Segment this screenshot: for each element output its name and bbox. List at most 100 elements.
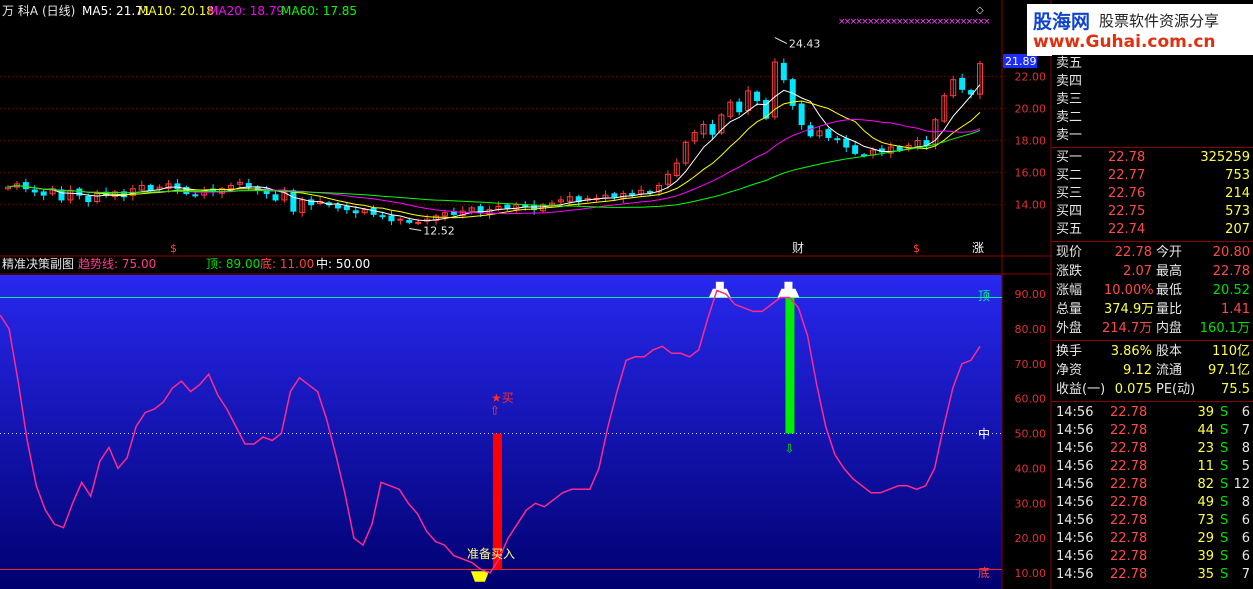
- ask-row[interactable]: 卖五: [1052, 55, 1253, 73]
- stat-row: 换手 3.86% 股本 110亿: [1052, 343, 1253, 361]
- tick-row[interactable]: 14:56 22.78 44 S 7: [1052, 422, 1253, 440]
- quote-separator: [1052, 340, 1253, 341]
- tick-volume: 29: [1197, 531, 1214, 546]
- candle-body: [343, 206, 350, 211]
- stat-value: 160.1万: [1199, 321, 1250, 336]
- price-tick-label: 20.00: [1015, 103, 1047, 116]
- bid-row[interactable]: 买二 22.77 753: [1052, 167, 1253, 185]
- trend-label: 趋势线: 75.00: [78, 257, 156, 271]
- stat-label: 收益(一): [1056, 382, 1106, 397]
- ask-row[interactable]: 卖三: [1052, 91, 1253, 109]
- bid-label: 买二: [1056, 168, 1083, 183]
- stat-label: 今开: [1156, 245, 1183, 260]
- sell-signal-bar: [785, 297, 795, 434]
- tick-time: 14:56: [1056, 531, 1094, 546]
- ask-row[interactable]: 卖一: [1052, 127, 1253, 145]
- tick-price: 22.78: [1110, 477, 1148, 492]
- tick-count: 8: [1241, 441, 1250, 456]
- logo-site-name: 股海网: [1033, 11, 1091, 33]
- tick-side: S: [1220, 459, 1229, 474]
- stat-label: 涨跌: [1056, 264, 1083, 279]
- indicator-tick-label: 40.00: [1015, 462, 1047, 475]
- stat-value: 20.80: [1212, 245, 1250, 260]
- tick-count: 6: [1241, 405, 1250, 420]
- stat-value: 3.86%: [1110, 344, 1152, 359]
- stat-row: 净资 9.12 流通 97.1亿: [1052, 362, 1253, 380]
- tick-time: 14:56: [1056, 495, 1094, 510]
- quote-panel: 卖五 卖四 卖三 卖二 卖一 买一 22.78 325259 买二 22.77 753 …: [1052, 55, 1253, 589]
- candle-body: [825, 129, 832, 138]
- tick-row[interactable]: 14:56 22.78 23 S 8: [1052, 440, 1253, 458]
- bid-price: 22.76: [1108, 186, 1146, 201]
- tick-price: 22.78: [1110, 549, 1148, 564]
- tick-row[interactable]: 14:56 22.78 49 S 8: [1052, 494, 1253, 512]
- stat-row: 涨跌 2.07 最高 22.78: [1052, 263, 1253, 281]
- min-price-label: 12.52: [423, 224, 455, 237]
- tick-count: 6: [1241, 513, 1250, 528]
- ma10-label: MA10: 20.18: [138, 4, 214, 18]
- ask-row[interactable]: 卖二: [1052, 109, 1253, 127]
- stat-label: 涨幅: [1056, 283, 1083, 298]
- candle-body: [647, 191, 654, 194]
- bid-volume: 573: [1225, 204, 1250, 219]
- tick-row[interactable]: 14:56 22.78 11 S 5: [1052, 458, 1253, 476]
- stat-label: 净资: [1056, 363, 1083, 378]
- candle-body: [379, 215, 386, 218]
- tick-row[interactable]: 14:56 22.78 39 S 6: [1052, 548, 1253, 566]
- stat-label: 外盘: [1056, 321, 1083, 336]
- bid-row[interactable]: 买五 22.74 207: [1052, 221, 1253, 239]
- tick-volume: 39: [1197, 405, 1214, 420]
- bid-row[interactable]: 买三 22.76 214: [1052, 185, 1253, 203]
- indicator-tick-label: 80.00: [1015, 323, 1047, 336]
- tick-row[interactable]: 14:56 22.78 35 S 7: [1052, 566, 1253, 584]
- bid-label: 买三: [1056, 186, 1083, 201]
- tick-volume: 11: [1197, 459, 1214, 474]
- candle-body: [736, 101, 743, 113]
- stat-label: 股本: [1156, 344, 1183, 359]
- up-arrow-icon: ⇧: [490, 403, 500, 417]
- indicator-tick-label: 70.00: [1015, 358, 1047, 371]
- tick-side: S: [1220, 423, 1229, 438]
- tick-row[interactable]: 14:56 22.78 39 S 6: [1052, 404, 1253, 422]
- candle-body: [290, 190, 297, 212]
- candle-body: [388, 215, 395, 222]
- tick-time: 14:56: [1056, 405, 1094, 420]
- bid-label: 买五: [1056, 222, 1083, 237]
- bid-row[interactable]: 买四 22.75 573: [1052, 203, 1253, 221]
- bid-volume: 325259: [1200, 150, 1250, 165]
- chart-period: (日线): [42, 4, 75, 18]
- indicator-title: 精准决策副图: [2, 257, 74, 271]
- candle-body: [709, 124, 716, 135]
- candle-body: [31, 189, 38, 193]
- bid-volume: 753: [1225, 168, 1250, 183]
- tick-row[interactable]: 14:56 22.78 29 S 6: [1052, 530, 1253, 548]
- price-axis-ticks: 22.00 20.00 18.00 16.00 14.00: [1015, 70, 1047, 211]
- tick-count: 5: [1241, 459, 1250, 474]
- ma20-label: MA20: 18.79: [208, 4, 284, 18]
- tick-volume: 39: [1197, 549, 1214, 564]
- stat-label: 总量: [1056, 302, 1083, 317]
- bid-row[interactable]: 买一 22.78 325259: [1052, 149, 1253, 167]
- tick-row[interactable]: 14:56 22.78 73 S 6: [1052, 512, 1253, 530]
- tick-price: 22.78: [1110, 441, 1148, 456]
- ask-label: 卖四: [1056, 74, 1083, 89]
- tick-side: S: [1220, 567, 1229, 582]
- site-logo-watermark: 股海网 股票软件资源分享 www.Guhai.com.cn: [1027, 4, 1253, 56]
- quote-separator: [1052, 147, 1253, 148]
- ma60-label: MA60: 17.85: [281, 4, 357, 18]
- marker-cai: 财: [792, 241, 804, 255]
- stat-value: 22.78: [1114, 245, 1152, 260]
- tick-time: 14:56: [1056, 567, 1094, 582]
- candle-body: [504, 204, 511, 209]
- bid-label: 买一: [1056, 150, 1083, 165]
- tick-row[interactable]: 14:56 22.78 82 S 12: [1052, 476, 1253, 494]
- candle-body: [959, 77, 966, 90]
- quote-separator: [1052, 241, 1253, 242]
- ask-label: 卖五: [1056, 56, 1083, 71]
- tick-side: S: [1220, 531, 1229, 546]
- price-tick-label: 22.00: [1015, 70, 1047, 83]
- tick-price: 22.78: [1110, 405, 1148, 420]
- tick-volume: 49: [1197, 495, 1214, 510]
- logo-slogan: 股票软件资源分享: [1099, 12, 1220, 30]
- ask-row[interactable]: 卖四: [1052, 73, 1253, 91]
